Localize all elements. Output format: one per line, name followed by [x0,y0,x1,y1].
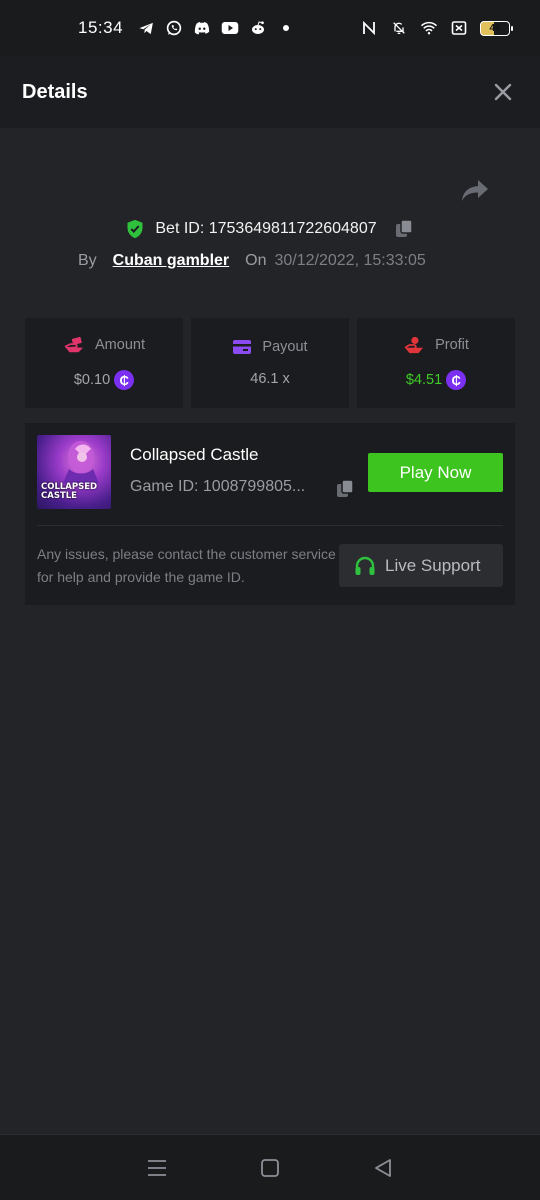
details-header: Details [0,56,540,128]
game-id: Game ID: 1008799805... [130,478,306,495]
stat-label: Amount [95,337,145,353]
page-title: Details [22,80,88,103]
battery-level: 46 [489,22,501,34]
copy-icon [337,479,354,497]
discord-icon [193,19,211,37]
menu-icon [147,1159,166,1176]
whatsapp-icon [165,19,183,37]
bet-stats: Amount $0.10 ₵ Payout 46.1 x Profit $4.5… [25,318,515,408]
system-nav-bar [0,1134,540,1200]
thumb-title-line2: CASTLE [41,491,77,501]
share-icon [462,180,488,201]
stat-value: 46.1 x [250,371,290,387]
home-button[interactable] [250,1148,290,1188]
notification-icons [137,19,290,37]
game-card: COLLAPSED CASTLE Collapsed Castle Game I… [25,423,515,605]
stat-value: $0.10 ₵ [73,370,135,390]
headset-icon [355,556,375,575]
shield-check-icon [127,219,143,239]
system-icons: 46 [360,19,513,37]
profit-hand-icon [404,336,424,354]
bet-date: 30/12/2022, 15:33:05 [274,252,426,269]
live-support-label: Live Support [385,555,481,575]
recents-button[interactable] [137,1148,177,1188]
live-support-button[interactable]: Live Support [339,544,503,587]
copy-game-id-button[interactable] [334,478,356,500]
back-triangle-icon [375,1158,392,1177]
dot-icon [283,25,290,31]
game-thumbnail[interactable]: COLLAPSED CASTLE [37,435,111,509]
wifi-icon [420,19,438,37]
close-icon [494,83,512,101]
bet-id-row: Bet ID: 1753649811722604807 [0,214,540,244]
card-icon [233,340,252,354]
by-label: By [78,252,97,269]
stat-payout: Payout 46.1 x [191,318,349,408]
divider [37,525,503,526]
stat-label: Profit [435,337,469,353]
payout-value: 46.1 x [250,371,290,387]
coin-icon: ₵ [114,370,135,390]
on-label: On [245,252,267,269]
stat-value: $4.51 ₵ [405,370,467,390]
coin-icon: ₵ [446,370,467,390]
back-button[interactable] [363,1148,403,1188]
support-notice: Any issues, please contact the customer … [37,546,336,585]
youtube-icon [221,19,239,37]
stat-label: Payout [262,339,308,355]
status-time: 15:34 [78,18,124,37]
amount-value: $0.10 [73,372,111,388]
money-hand-icon [64,336,83,353]
telegram-icon [137,19,155,37]
profit-value: $4.51 [405,372,443,388]
share-button[interactable] [460,178,494,208]
status-bar: 15:34 46 [0,0,540,56]
game-character-image [63,441,99,483]
battery-icon: 46 [480,20,513,36]
stat-amount: Amount $0.10 ₵ [25,318,183,408]
thumbnail-text: COLLAPSED CASTLE [41,483,97,501]
bet-meta: By Cuban gambler On 30/12/2022, 15:33:05 [78,248,426,274]
sim-x-icon [450,19,468,37]
game-name: Collapsed Castle [130,445,259,464]
copy-icon [395,219,413,237]
user-link[interactable]: Cuban gambler [113,252,229,270]
copy-bet-id-button[interactable] [393,218,415,240]
stat-profit: Profit $4.51 ₵ [357,318,515,408]
bell-muted-icon [390,19,408,37]
bet-id: Bet ID: 1753649811722604807 [155,220,377,237]
nfc-icon [360,19,378,37]
close-button[interactable] [488,77,518,107]
reddit-icon [249,19,267,37]
home-square-icon [261,1158,279,1177]
play-now-button[interactable]: Play Now [368,453,503,492]
